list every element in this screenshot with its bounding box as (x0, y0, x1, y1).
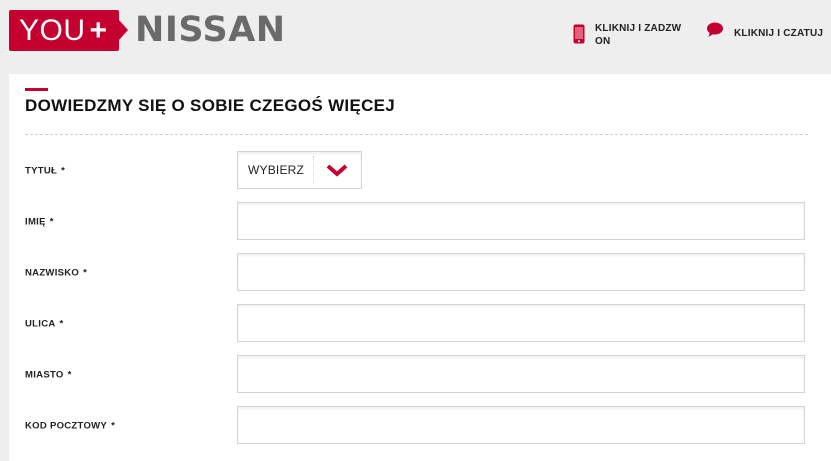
first-name-input[interactable] (237, 202, 805, 240)
click-to-chat-link[interactable]: KLIKNIJ I CZATUJ (706, 22, 823, 40)
first-name-label: IMIĘ * (25, 216, 54, 228)
form-row-last-name: NAZWISKO * (25, 253, 815, 293)
click-to-call-link[interactable]: KLIKNIJ I ZADZW ON (573, 22, 685, 48)
form-row-city: MIASTO * (25, 355, 815, 395)
phone-icon (573, 22, 585, 44)
title-select[interactable]: WYBIERZ (237, 151, 362, 189)
city-input[interactable] (237, 355, 805, 393)
logo-you-text: YOU (19, 13, 86, 47)
chat-bubble-icon (706, 22, 724, 38)
title-accent-bar (25, 88, 48, 91)
chevron-down-icon[interactable] (314, 163, 361, 177)
form-row-postal-code: KOD POCZTOWY * (25, 406, 815, 446)
title-divider (25, 134, 808, 135)
site-header: YOU + NISSAN KLIKNIJ I ZADZW ON KLIKNIJ … (0, 0, 831, 74)
postal-code-label: KOD POCZTOWY * (25, 420, 116, 432)
last-name-input[interactable] (237, 253, 805, 291)
logo-plus-text: + (89, 13, 108, 47)
logo-brand-text: NISSAN (135, 10, 286, 50)
city-label: MIASTO * (25, 369, 72, 381)
logo-badge: YOU + (9, 10, 129, 51)
last-name-label: NAZWISKO * (25, 267, 88, 279)
street-label: ULICA * (25, 318, 64, 330)
form-row-title: TYTUŁ * WYBIERZ (25, 151, 815, 191)
form-title: DOWIEDZMY SIĘ O SOBIE CZEGOŚ WIĘCEJ (25, 96, 396, 115)
form-row-street: ULICA * (25, 304, 815, 344)
title-label: TYTUŁ * (25, 165, 66, 177)
you-plus-nissan-logo[interactable]: YOU + NISSAN (9, 10, 286, 51)
form-row-first-name: IMIĘ * (25, 202, 815, 242)
click-to-chat-label: KLIKNIJ I CZATUJ (734, 28, 824, 39)
postal-code-input[interactable] (237, 406, 805, 444)
title-select-value: WYBIERZ (248, 163, 305, 177)
personal-info-form-panel: DOWIEDZMY SIĘ O SOBIE CZEGOŚ WIĘCEJ TYTU… (9, 74, 831, 461)
click-to-call-label: KLIKNIJ I ZADZW ON (595, 23, 682, 47)
street-input[interactable] (237, 304, 805, 342)
